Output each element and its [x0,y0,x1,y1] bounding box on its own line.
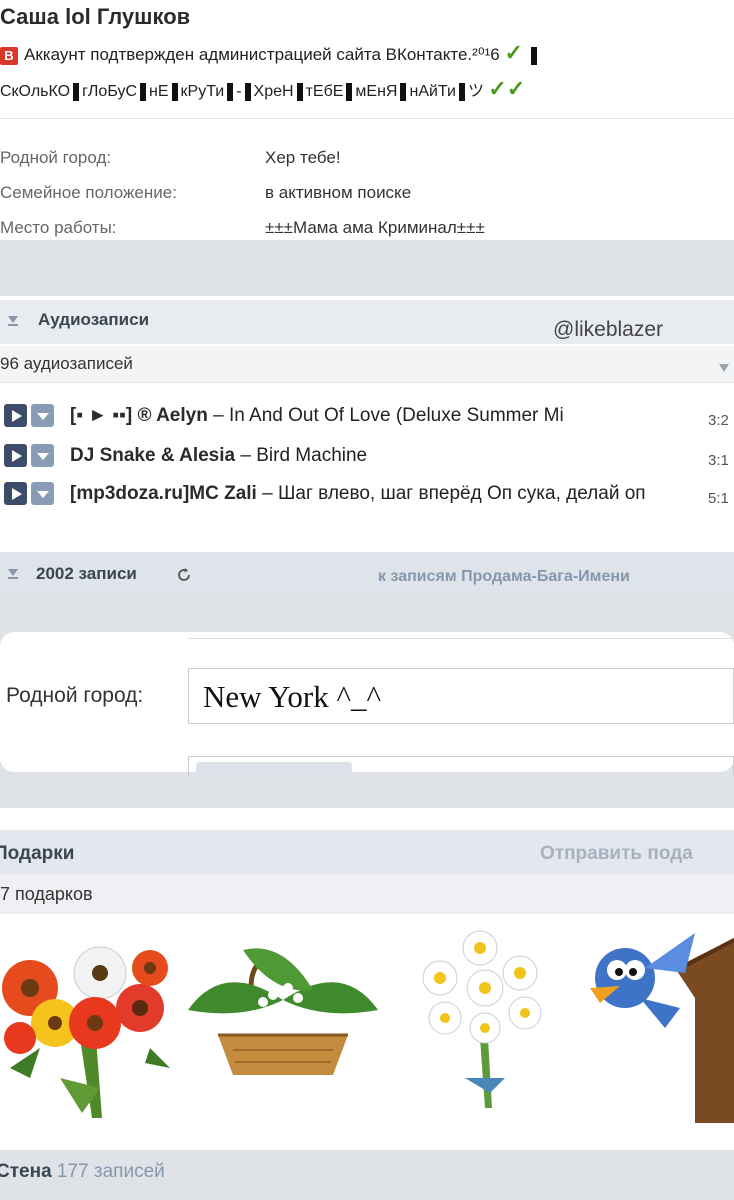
refresh-icon[interactable] [176,567,192,583]
track-duration: 3:2 [708,412,729,429]
track-artist[interactable]: [mp3doza.ru]MC Zali [70,483,257,504]
track-row[interactable]: [▪ ► ▪▪] ® Aelyn – In And Out Of Love (D… [70,404,680,428]
daisy-bouquet-icon[interactable] [410,928,560,1113]
track-title[interactable]: In And Out Of Love (Deluxe Summer Mi [229,405,564,426]
bird-clock-icon[interactable] [585,928,734,1123]
check-icon: ✓ [506,76,526,101]
track-artist[interactable]: [▪ ► ▪▪] ® Aelyn [70,405,208,426]
verified-year: ²⁰¹6 [472,45,500,64]
field-value-work[interactable]: ±±±Мама ама Криминал±±± [265,218,485,238]
status-bar-icon [530,46,537,65]
flower-bouquet-icon[interactable] [0,928,175,1123]
track-row[interactable]: DJ Snake & Alesia – Bird Machine [70,444,680,468]
field-value-relationship[interactable]: в активном поиске [265,183,411,203]
field-label-hometown: Родной город: [0,148,112,167]
wall-count[interactable]: 177 записей [57,1161,165,1182]
play-icon[interactable] [4,444,27,467]
track-duration: 3:1 [708,452,729,469]
check-icon: ✓ [504,40,523,65]
divider [0,118,734,119]
send-gift-link[interactable]: Отправить пода [540,843,693,865]
arrow-down-icon [8,569,18,579]
verified-row: В Аккаунт подтвержден администрацией сайт… [0,40,540,66]
gifts-title[interactable]: Подарки [0,843,74,865]
input-chip[interactable] [196,762,352,776]
posts-count[interactable]: 2002 записи [36,564,137,584]
track-duration: 5:1 [708,490,729,507]
profile-card [0,0,734,240]
track-controls [4,482,54,505]
hometown-label: Родной город: [6,684,144,707]
vk-badge-icon: В [0,46,18,65]
track-controls [4,404,54,427]
play-icon[interactable] [4,404,27,427]
gifts-subheader [0,874,734,914]
status-text: СкОльКО гЛоБуС нЕ кРуТи - ХреН тЕбЕ мЕнЯ нАйТи ツ … [0,76,526,101]
track-controls [4,444,54,467]
audio-count[interactable]: 96 аудиозаписей [0,354,133,374]
arrow-down-icon [8,316,18,326]
chevron-down-icon[interactable] [31,404,54,427]
play-icon[interactable] [4,482,27,505]
field-label-work: Место работы: [0,218,117,237]
hometown-input[interactable]: New York ^_^ [188,668,734,724]
audio-title[interactable]: Аудиозаписи [38,310,149,330]
profile-name: Саша lol Глушков [0,4,191,29]
track-title[interactable]: Bird Machine [256,445,367,466]
chevron-down-icon[interactable] [31,444,54,467]
gifts-count[interactable]: 7 подарков [0,884,93,905]
lily-basket-icon[interactable] [183,940,383,1080]
field-value-hometown: Хер тебе! [265,148,341,167]
divider [188,632,734,639]
track-title[interactable]: Шаг влево, шаг вперёд Оп сука, делай оп [278,483,646,504]
track-artist[interactable]: DJ Snake & Alesia [70,445,235,466]
chevron-down-icon[interactable] [31,482,54,505]
posts-link[interactable]: к записям Продама-Бага-Имени [378,568,630,586]
check-icon: ✓ [488,76,507,101]
verified-text: Аккаунт подтвержден администрацией сайта… [24,45,473,64]
wall-title[interactable]: Стена 177 записей [0,1161,165,1183]
watermark: @likeblazer [553,318,664,341]
track-row[interactable]: [mp3doza.ru]MC Zali – Шаг влево, шаг впе… [70,482,670,506]
field-label-relationship: Семейное положение: [0,183,177,202]
chevron-down-icon[interactable] [718,362,730,374]
